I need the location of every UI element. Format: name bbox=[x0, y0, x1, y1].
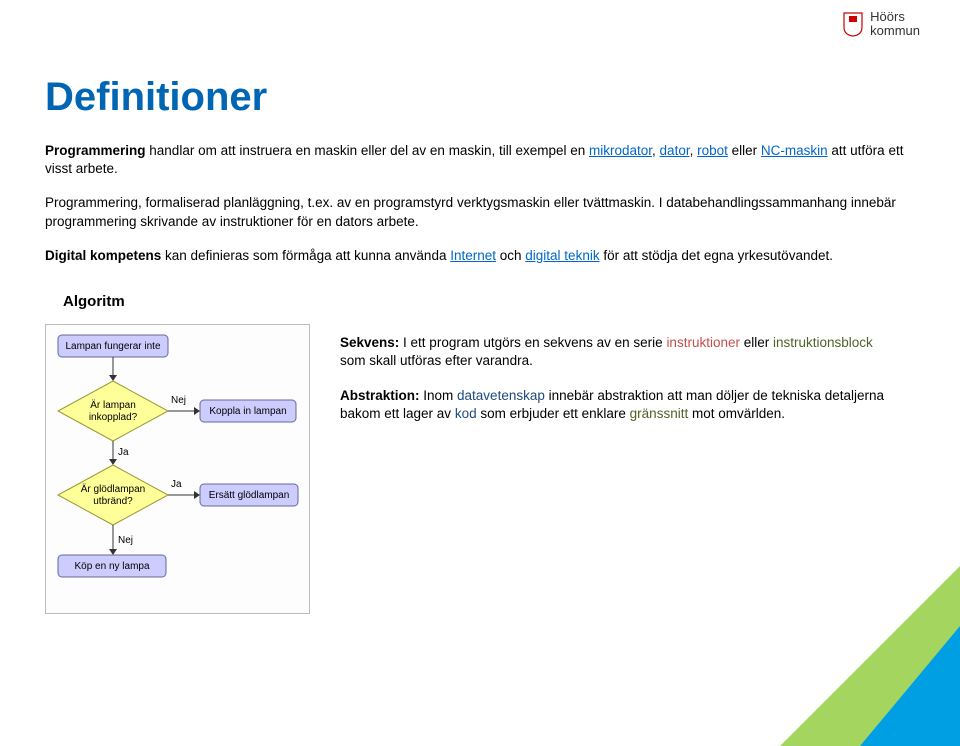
link-robot[interactable]: robot bbox=[697, 143, 728, 158]
term-instruktioner: instruktioner bbox=[666, 335, 740, 350]
paragraph-programmering: Programmering handlar om att instruera e… bbox=[45, 142, 915, 178]
link-nc-maskin[interactable]: NC-maskin bbox=[761, 143, 828, 158]
term-abstraktion: Abstraktion: bbox=[340, 388, 420, 403]
flowchart: Lampan fungerar inte Är lampan inkopplad… bbox=[45, 324, 310, 614]
fc-label-ja1: Ja bbox=[118, 447, 129, 458]
text: , bbox=[690, 143, 698, 158]
fc-action-koppla: Koppla in lampan bbox=[209, 406, 286, 417]
paragraph-formaliserad: Programmering, formaliserad planläggning… bbox=[45, 194, 915, 230]
definition-sekvens: Sekvens: I ett program utgörs en sekvens… bbox=[340, 334, 895, 370]
text: handlar om att instruera en maskin eller… bbox=[146, 143, 589, 158]
definition-abstraktion: Abstraktion: Inom datavetenskap innebär … bbox=[340, 387, 895, 423]
subheading-algoritm: Algoritm bbox=[63, 293, 915, 310]
text: och bbox=[496, 248, 525, 263]
fc-label-ja2: Ja bbox=[171, 479, 182, 490]
link-digital-teknik[interactable]: digital teknik bbox=[525, 248, 599, 263]
term-granssnitt: gränssnitt bbox=[630, 406, 689, 421]
fc-node-start: Lampan fungerar inte bbox=[65, 341, 161, 352]
fc-label-nej1: Nej bbox=[171, 395, 186, 406]
text: för att stödja det egna yrkesutövandet. bbox=[600, 248, 833, 263]
term-digital-kompetens: Digital kompetens bbox=[45, 248, 161, 263]
term-instruktionsblock: instruktionsblock bbox=[773, 335, 873, 350]
link-internet[interactable]: Internet bbox=[450, 248, 496, 263]
text: som skall utföras efter varandra. bbox=[340, 353, 533, 368]
link-dator[interactable]: dator bbox=[660, 143, 690, 158]
flowchart-svg: Lampan fungerar inte Är lampan inkopplad… bbox=[56, 333, 301, 603]
text: kan definieras som förmåga att kunna anv… bbox=[161, 248, 450, 263]
term-datavetenskap: datavetenskap bbox=[457, 388, 545, 403]
fc-q2-line2: utbränd? bbox=[93, 496, 133, 507]
text: , bbox=[652, 143, 660, 158]
term-sekvens: Sekvens: bbox=[340, 335, 399, 350]
text: eller bbox=[740, 335, 773, 350]
term-programmering: Programmering bbox=[45, 143, 146, 158]
text: Inom bbox=[420, 388, 458, 403]
text: mot omvärlden. bbox=[688, 406, 785, 421]
paragraph-digital-kompetens: Digital kompetens kan definieras som för… bbox=[45, 247, 915, 265]
link-mikrodator[interactable]: mikrodator bbox=[589, 143, 652, 158]
term-kod: kod bbox=[455, 406, 477, 421]
page-title: Definitioner bbox=[45, 75, 915, 120]
fc-q1-line2: inkopplad? bbox=[89, 412, 138, 423]
text: eller bbox=[728, 143, 761, 158]
fc-q2-line1: Är glödlampan bbox=[81, 483, 145, 495]
text: I ett program utgörs en sekvens av en se… bbox=[399, 335, 666, 350]
fc-q1-line1: Är lampan bbox=[90, 399, 136, 411]
fc-action-ersatt: Ersätt glödlampan bbox=[209, 490, 290, 501]
fc-label-nej2: Nej bbox=[118, 535, 133, 546]
definitions-column: Sekvens: I ett program utgörs en sekvens… bbox=[340, 324, 915, 439]
fc-node-end: Köp en ny lampa bbox=[74, 561, 149, 572]
text: som erbjuder ett enklare bbox=[477, 406, 630, 421]
